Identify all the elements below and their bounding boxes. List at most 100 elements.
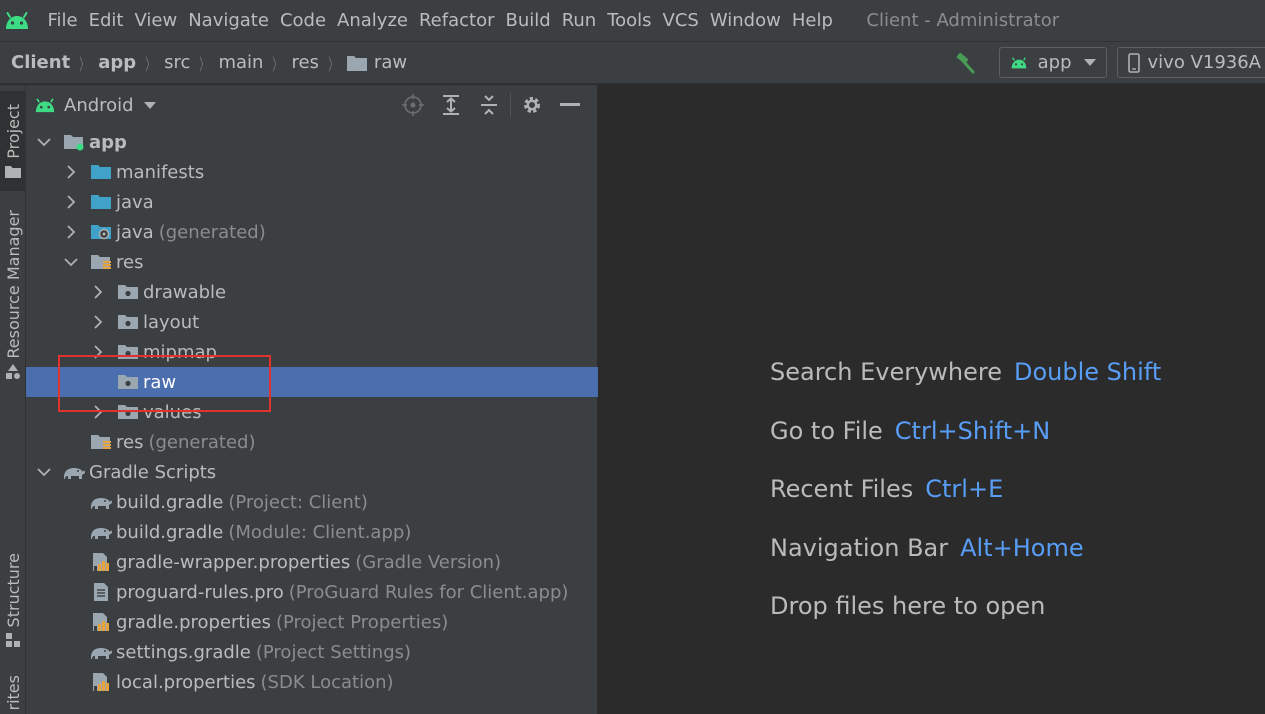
text-file-icon — [88, 577, 114, 607]
chevron-right-icon[interactable] — [90, 277, 106, 307]
breadcrumb-separator-icon: 〉 — [328, 54, 338, 74]
chevron-right-icon[interactable] — [63, 187, 79, 217]
menu-run[interactable]: Run — [556, 0, 602, 41]
menu-file[interactable]: File — [42, 0, 83, 41]
res-subfolder-icon — [115, 277, 141, 307]
tree-item-label: raw — [143, 371, 177, 393]
android-logo-icon — [2, 0, 32, 41]
tree-row[interactable]: layout — [26, 307, 598, 337]
breadcrumb-item[interactable]: src — [164, 52, 190, 73]
tree-item-hint: (generated) — [158, 221, 266, 243]
chevron-right-icon[interactable] — [90, 397, 106, 427]
gear-icon[interactable] — [513, 85, 551, 125]
tree-item-hint: (generated) — [148, 431, 256, 453]
menu-navigate[interactable]: Navigate — [183, 0, 275, 41]
tree-row[interactable]: res (generated) — [26, 427, 598, 457]
tree-row[interactable]: local.properties (SDK Location) — [26, 667, 598, 697]
tree-row[interactable]: res — [26, 247, 598, 277]
menu-edit[interactable]: Edit — [83, 0, 129, 41]
window-title: Client - Administrator — [866, 10, 1060, 31]
tree-item-label: java — [116, 191, 154, 213]
menu-build[interactable]: Build — [500, 0, 556, 41]
editor-tip: Go to File Ctrl+Shift+N — [770, 414, 1161, 473]
tip-label: Recent Files — [770, 475, 914, 503]
chevron-right-icon[interactable] — [63, 217, 79, 247]
menu-tools[interactable]: Tools — [602, 0, 657, 41]
tree-item-label: res — [116, 431, 144, 453]
tree-row[interactable]: gradle-wrapper.properties (Gradle Version… — [26, 547, 598, 577]
shapes-icon — [5, 364, 21, 380]
menu-vcs[interactable]: VCS — [657, 0, 704, 41]
make-project-hammer-icon[interactable] — [951, 48, 981, 78]
breadcrumb-item[interactable]: res — [291, 52, 318, 73]
structure-tool-tab[interactable]: Structure — [0, 550, 26, 650]
project-tool-tab[interactable]: Project — [0, 91, 26, 191]
menu-analyze[interactable]: Analyze — [332, 0, 414, 41]
tree-row[interactable]: Gradle Scripts — [26, 457, 598, 487]
chevron-right-icon[interactable] — [90, 337, 106, 367]
module-folder-icon — [61, 127, 87, 157]
locate-target-icon[interactable] — [394, 85, 432, 125]
resource-manager-tool-tab[interactable]: Resource Manager — [0, 205, 26, 385]
generated-folder-icon — [88, 217, 114, 247]
collapse-all-icon[interactable] — [470, 85, 508, 125]
res-subfolder-icon — [115, 307, 141, 337]
minimize-icon[interactable] — [551, 85, 589, 125]
tree-item-label: java — [116, 221, 154, 243]
tree-row[interactable]: manifests — [26, 157, 598, 187]
breadcrumb-item[interactable]: main — [218, 52, 263, 73]
menu-window[interactable]: Window — [704, 0, 786, 41]
tree-row[interactable]: build.gradle (Module: Client.app) — [26, 517, 598, 547]
chevron-down-icon[interactable] — [63, 247, 79, 277]
chevron-down-icon[interactable] — [36, 457, 52, 487]
run-configuration-dropdown[interactable]: app — [998, 47, 1107, 78]
editor-tip: Navigation Bar Alt+Home — [770, 531, 1161, 590]
tree-item-hint: (SDK Location) — [260, 671, 394, 693]
tree-row[interactable]: java — [26, 187, 598, 217]
breadcrumb-separator-icon: 〉 — [145, 54, 155, 74]
tree-row[interactable]: build.gradle (Project: Client) — [26, 487, 598, 517]
tree-row[interactable]: java (generated) — [26, 217, 598, 247]
navigation-bar: Client 〉 app 〉 src 〉 main 〉 res 〉 raw app — [0, 41, 1265, 84]
folder-icon — [88, 157, 114, 187]
tree-row[interactable]: proguard-rules.pro (ProGuard Rules for Cl… — [26, 577, 598, 607]
breadcrumb-item[interactable]: app — [98, 52, 136, 73]
tree-item-label: mipmap — [143, 341, 217, 363]
expand-all-icon[interactable] — [432, 85, 470, 125]
android-view-icon — [34, 97, 56, 113]
editor-tip: Drop files here to open — [770, 589, 1161, 648]
editor-area[interactable]: Search Everywhere Double Shift Go to File C… — [599, 85, 1265, 714]
device-label: vivo V1936A — [1147, 52, 1261, 73]
breadcrumb-item[interactable]: Client — [11, 52, 70, 73]
folder-icon — [5, 164, 21, 179]
chevron-right-icon[interactable] — [90, 307, 106, 337]
tree-row[interactable]: raw — [26, 367, 598, 397]
menu-help[interactable]: Help — [786, 0, 838, 41]
chevron-right-icon[interactable] — [63, 157, 79, 187]
tree-item-hint: (Project Settings) — [255, 641, 412, 663]
tree-row[interactable]: app — [26, 127, 598, 157]
breadcrumb-separator-icon: 〉 — [199, 54, 210, 74]
menu-view[interactable]: View — [129, 0, 183, 41]
tip-label: Search Everywhere — [770, 358, 1002, 386]
tree-row[interactable]: mipmap — [26, 337, 598, 367]
device-selector-dropdown[interactable]: vivo V1936A — [1116, 47, 1265, 78]
tree-row[interactable]: settings.gradle (Project Settings) — [26, 637, 598, 667]
tree-item-label: local.properties — [116, 671, 256, 693]
tree-row[interactable]: values — [26, 397, 598, 427]
chevron-down-icon[interactable] — [36, 127, 52, 157]
favorites-tool-tab[interactable]: rites — [0, 675, 26, 714]
tree-row[interactable]: gradle.properties (Project Properties) — [26, 607, 598, 637]
menu-refactor[interactable]: Refactor — [413, 0, 500, 41]
structure-icon — [6, 633, 20, 648]
tree-item-label: gradle-wrapper.properties — [116, 551, 351, 573]
menu-code[interactable]: Code — [274, 0, 331, 41]
breadcrumb-item[interactable]: raw — [346, 52, 407, 73]
properties-file-icon — [88, 607, 114, 637]
tree-row[interactable]: drawable — [26, 277, 598, 307]
breadcrumb-separator-icon: 〉 — [79, 54, 89, 74]
project-view-selector[interactable]: Android — [34, 95, 156, 116]
